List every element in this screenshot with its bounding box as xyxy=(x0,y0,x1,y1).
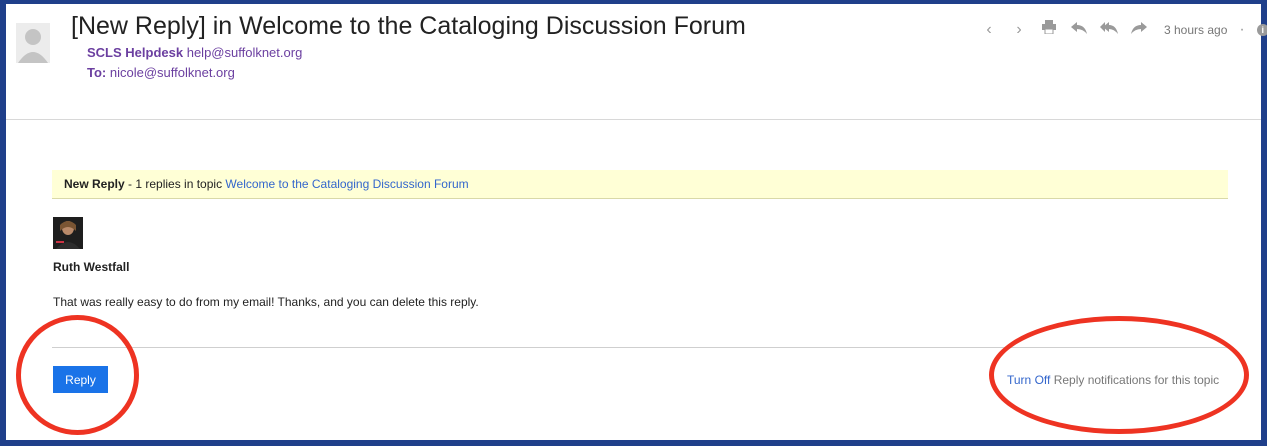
author-avatar xyxy=(53,217,83,249)
print-icon[interactable] xyxy=(1040,20,1058,39)
author-name: Ruth Westfall xyxy=(53,260,130,274)
reply-all-icon[interactable] xyxy=(1100,21,1118,39)
reply-icon[interactable] xyxy=(1070,21,1088,39)
notification-settings: Turn Off Reply notifications for this to… xyxy=(1007,373,1219,387)
sender-name[interactable]: SCLS Helpdesk xyxy=(87,45,183,60)
banner-label: New Reply xyxy=(64,177,125,191)
to-label: To: xyxy=(87,65,107,80)
header-divider xyxy=(6,119,1261,120)
email-subject: [New Reply] in Welcome to the Cataloging… xyxy=(71,12,746,40)
topic-link[interactable]: Welcome to the Cataloging Discussion For… xyxy=(225,177,468,191)
banner-text: - 1 replies in topic xyxy=(124,177,226,191)
notification-banner: New Reply - 1 replies in topic Welcome t… xyxy=(52,170,1228,199)
timestamp-separator: · xyxy=(1239,20,1245,38)
notification-text: Reply notifications for this topic xyxy=(1050,373,1220,387)
recipient-line: To: nicole@suffolknet.org xyxy=(87,65,235,80)
reply-button[interactable]: Reply xyxy=(53,366,108,393)
footer-divider xyxy=(52,347,1228,348)
chevron-right-icon[interactable]: › xyxy=(1010,21,1028,39)
message-toolbar: ‹ › 3 hours ago · i ⌄ xyxy=(980,20,1267,39)
info-icon[interactable]: i xyxy=(1256,23,1267,36)
reply-body: That was really easy to do from my email… xyxy=(53,295,479,309)
sender-email[interactable]: help@suffolknet.org xyxy=(187,45,303,60)
recipient-email[interactable]: nicole@suffolknet.org xyxy=(110,65,235,80)
sender-avatar xyxy=(16,23,50,63)
forward-icon[interactable] xyxy=(1130,21,1148,39)
turn-off-link[interactable]: Turn Off xyxy=(1007,373,1050,387)
timestamp: 3 hours ago xyxy=(1164,22,1228,37)
chevron-left-icon[interactable]: ‹ xyxy=(980,21,998,39)
sender-line: SCLS Helpdesk help@suffolknet.org xyxy=(87,45,302,60)
